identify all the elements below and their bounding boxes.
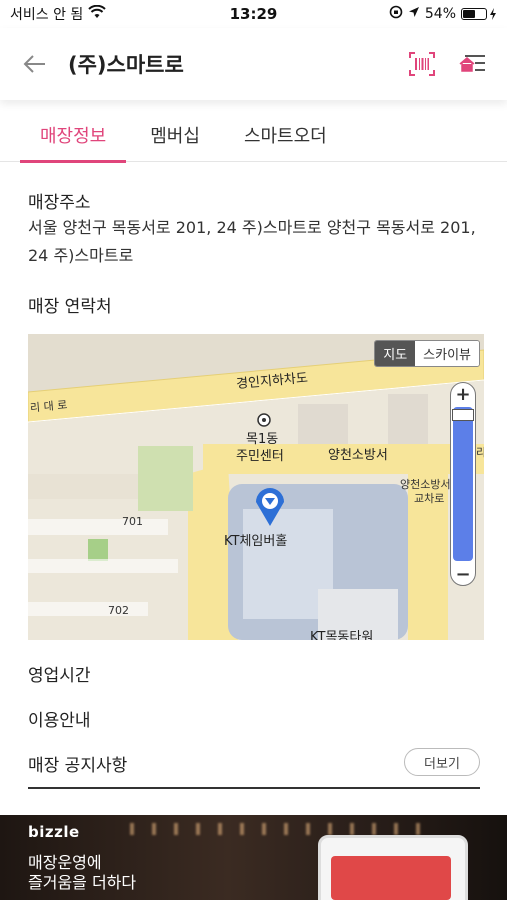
rotation-lock-icon	[389, 5, 403, 23]
map-label-road-left: 리 대 로	[29, 398, 68, 415]
notice-more-button[interactable]: 더보기	[404, 748, 480, 776]
banner-brand-logo: bizzle	[28, 823, 80, 841]
contact-label: 매장 연락처	[28, 297, 112, 317]
store-notice-label: 매장 공지사항	[28, 756, 128, 776]
map-label-701: 701	[122, 515, 143, 528]
usage-guide-label[interactable]: 이용안내	[28, 706, 91, 731]
wifi-icon	[88, 4, 107, 23]
barcode-icon	[409, 52, 435, 76]
zoom-slider-handle[interactable]	[452, 409, 474, 421]
barcode-scan-button[interactable]	[407, 49, 437, 79]
store-address: 서울 양천구 목동서로 201, 24 주)스마트로 양천구 목동서로 201,…	[28, 218, 476, 265]
map-view-toggle: 지도 스카이뷰	[374, 340, 480, 367]
status-bar: 서비스 안 됨 13:29 54%	[0, 0, 507, 28]
tab-smart-order[interactable]: 스마트오더	[224, 108, 347, 162]
location-icon	[408, 6, 420, 22]
skyview-button[interactable]: 스카이뷰	[415, 341, 479, 366]
map-label-center-2: 주민센터	[236, 449, 284, 464]
battery-fill	[463, 10, 475, 18]
page-title: (주)스마트로	[68, 53, 184, 77]
banner-phone-image	[318, 835, 468, 900]
map-label-702: 702	[108, 604, 129, 617]
app-header: (주)스마트로	[0, 28, 507, 100]
map-view-button[interactable]: 지도	[375, 341, 416, 366]
battery-icon	[461, 8, 497, 20]
battery-percent: 54%	[424, 6, 456, 22]
store-map[interactable]: 경인지하차도 리 대 로 목1동 주민센터 양천소방서 양천소방서 교차로 리 …	[28, 334, 484, 640]
section-divider	[28, 787, 480, 789]
zoom-in-button[interactable]: +	[450, 383, 476, 405]
home-menu-button[interactable]	[457, 49, 487, 79]
zoom-control: + −	[450, 382, 476, 586]
carrier-text: 서비스 안 됨	[10, 7, 84, 23]
map-label-tower: KT목동타워	[310, 630, 374, 640]
tab-membership[interactable]: 멤버십	[130, 108, 220, 162]
business-hours-label[interactable]: 영업시간	[28, 661, 91, 686]
map-label-intersection-2: 교차로	[414, 492, 445, 505]
map-label-hall: KT체임버홀	[224, 534, 288, 549]
promo-banner[interactable]: bizzle 매장운영에 즐거움을 더하다	[0, 815, 507, 900]
zoom-slider[interactable]	[452, 407, 474, 561]
arrow-left-icon	[23, 55, 45, 73]
tab-store-info[interactable]: 매장정보	[20, 108, 127, 163]
map-label-partial: 리	[476, 446, 484, 459]
zoom-out-button[interactable]: −	[450, 563, 476, 585]
tab-bar: 매장정보 멤버십 스마트오더	[0, 108, 507, 163]
banner-lights	[130, 823, 430, 835]
map-label-fire-station: 양천소방서	[328, 448, 388, 463]
banner-text-line2: 즐거움을 더하다	[28, 873, 137, 892]
home-menu-icon	[459, 55, 485, 72]
back-button[interactable]	[20, 49, 50, 79]
banner-phone-card	[331, 856, 451, 900]
address-label: 매장주소	[28, 193, 91, 213]
